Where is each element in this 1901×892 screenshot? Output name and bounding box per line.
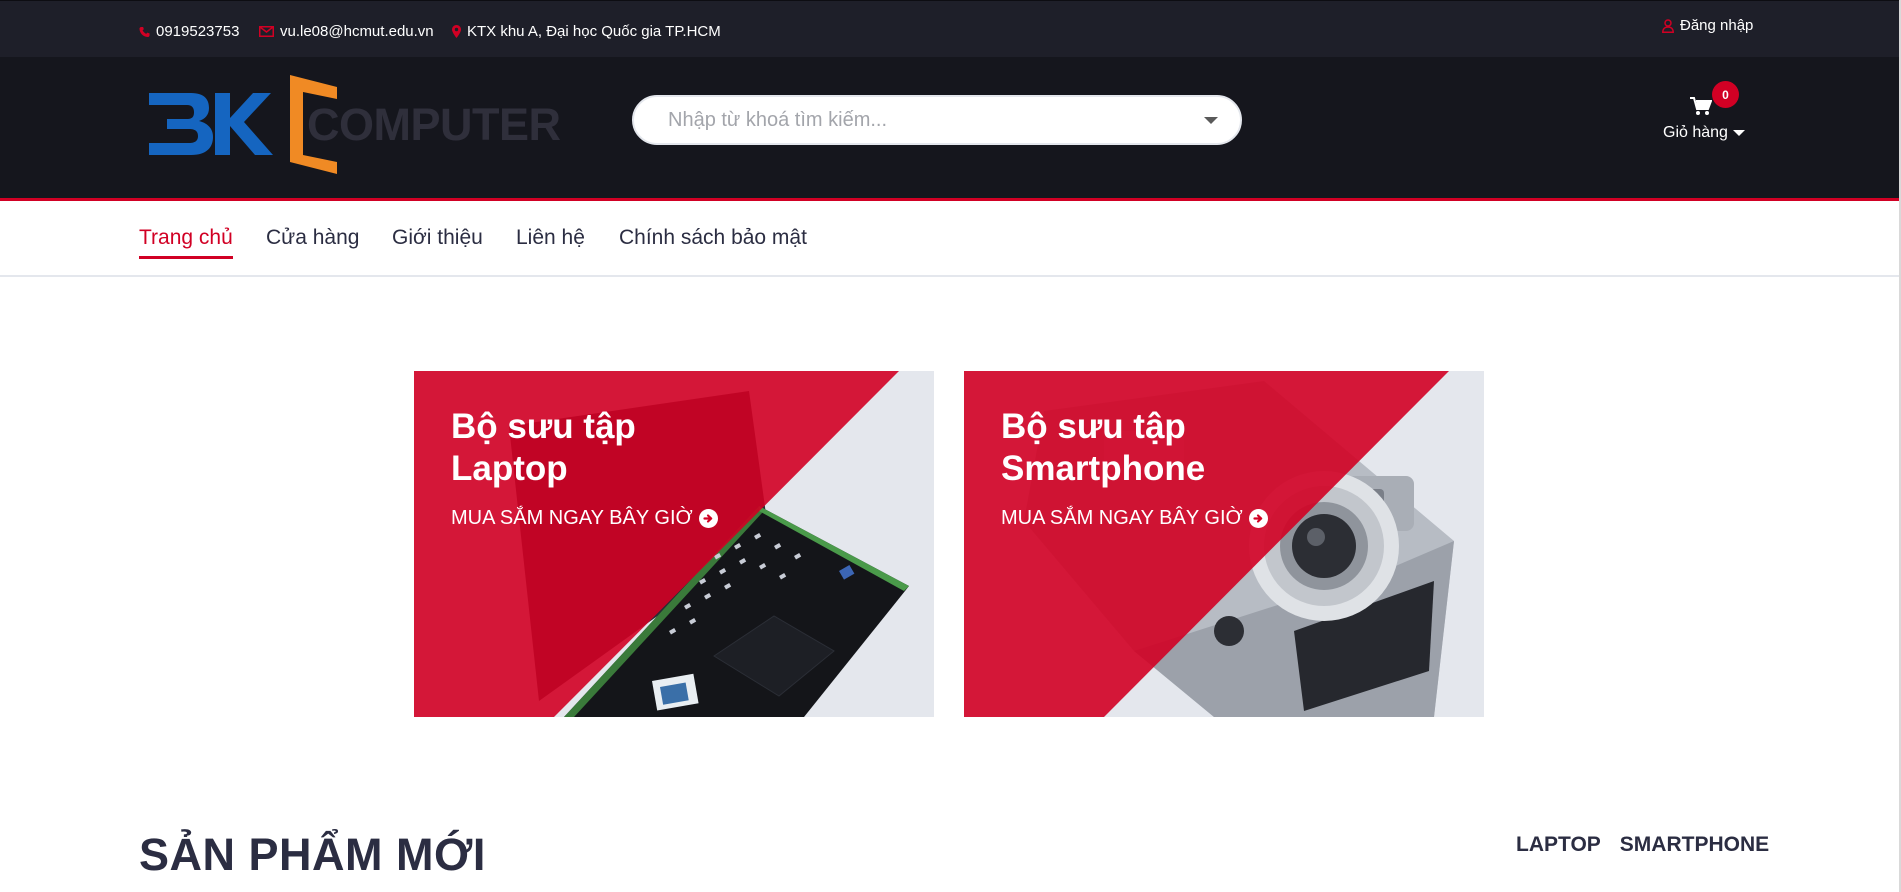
user-icon [1662,18,1674,33]
banner-title-line2: Smartphone [1001,449,1206,488]
shop-now-link[interactable]: MUA SẮM NGAY BÂY GIỜ [451,507,718,530]
main-navigation: Trang chủ Cửa hàng Giới thiệu Liên hệ Ch… [0,204,1899,277]
contact-email[interactable]: vu.le08@hcmut.edu.vn [259,23,434,40]
banner-title: Bộ sưu tập Laptop [451,406,771,490]
banner-title: Bộ sưu tập Smartphone [1001,406,1321,490]
nav-item-store[interactable]: Cửa hàng [266,226,359,256]
shop-now-label: MUA SẮM NGAY BÂY GIỜ [1001,507,1243,529]
contact-phone[interactable]: 0919523753 [139,23,239,40]
login-link[interactable]: Đăng nhập [1662,17,1753,34]
phone-text: 0919523753 [156,23,240,40]
address-text: KTX khu A, Đại học Quốc gia TP.HCM [467,23,721,40]
main-header: COMPUTER 0 Giỏ hàng [0,57,1899,201]
tab-smartphone[interactable]: SMARTPHONE [1620,833,1769,857]
nav-item-contact[interactable]: Liên hệ [516,226,585,256]
section-title-new-products: SẢN PHẨM MỚI [139,829,486,880]
site-logo[interactable]: COMPUTER [147,75,571,179]
top-bar: 0919523753 vu.le08@hcmut.edu.vn KTX khu … [0,0,1899,57]
cart-count-badge: 0 [1712,81,1739,108]
arrow-circle-right-icon [698,509,718,528]
logo-wordmark: COMPUTER [307,99,561,150]
collection-banner-smartphone[interactable]: Bộ sưu tập Smartphone MUA SẮM NGAY BÂY G… [964,371,1484,717]
shop-now-link[interactable]: MUA SẮM NGAY BÂY GIỜ [1001,507,1268,530]
nav-item-privacy-policy[interactable]: Chính sách bảo mật [619,226,807,256]
caret-down-icon [1732,130,1745,136]
product-category-tabs: LAPTOP SMARTPHONE [1497,833,1769,857]
banner-title-line2: Laptop [451,449,568,488]
collection-banner-laptop[interactable]: Bộ sưu tập Laptop MUA SẮM NGAY BÂY GIỜ [414,371,934,717]
tab-laptop[interactable]: LAPTOP [1516,833,1601,857]
phone-icon [139,26,150,38]
banner-title-line1: Bộ sưu tập [1001,407,1186,446]
search-bar [632,95,1242,145]
cart-label-wrap: Giỏ hàng [1663,124,1745,142]
email-text: vu.le08@hcmut.edu.vn [280,23,434,40]
login-label: Đăng nhập [1680,17,1754,34]
search-dropdown-caret-icon[interactable] [1204,117,1218,124]
envelope-icon [259,26,274,37]
arrow-circle-right-icon [1248,509,1268,528]
search-input[interactable] [668,97,1188,143]
banner-title-line1: Bộ sưu tập [451,407,636,446]
nav-item-about[interactable]: Giới thiệu [392,226,483,256]
nav-item-home[interactable]: Trang chủ [139,226,233,259]
contact-address[interactable]: KTX khu A, Đại học Quốc gia TP.HCM [452,23,721,40]
shop-now-label: MUA SẮM NGAY BÂY GIỜ [451,507,693,529]
shopping-cart-icon [1690,97,1713,121]
cart-label: Giỏ hàng [1663,124,1728,141]
cart-dropdown[interactable]: 0 Giỏ hàng [1654,81,1754,151]
map-marker-icon [452,25,461,38]
